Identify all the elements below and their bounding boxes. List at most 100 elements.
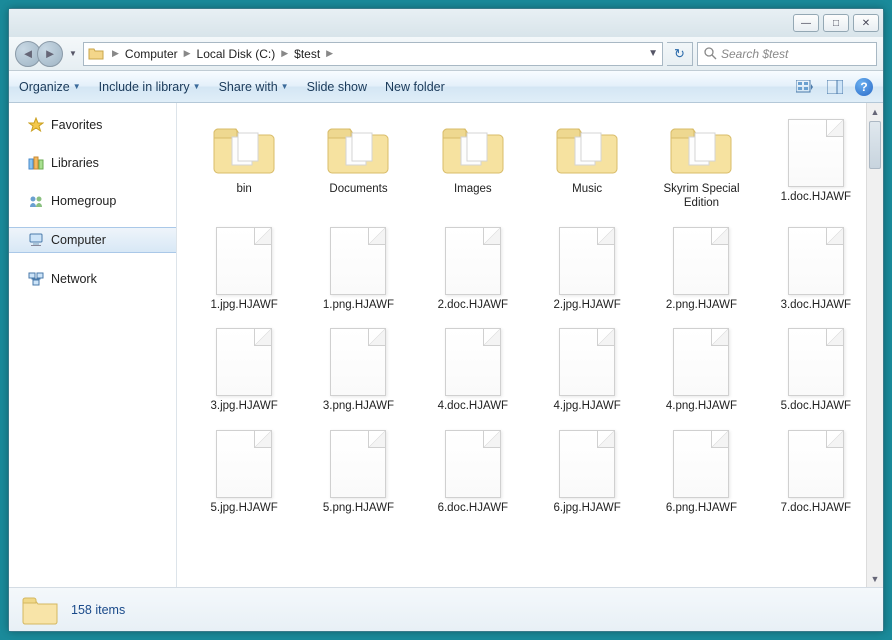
item-label: Skyrim Special Edition — [651, 183, 751, 211]
file-item[interactable]: 3.doc.HJAWF — [761, 223, 871, 317]
sidebar-item-label: Computer — [51, 233, 106, 247]
maximize-button[interactable]: □ — [823, 14, 849, 32]
item-label: 1.png.HJAWF — [323, 299, 394, 313]
file-icon — [788, 227, 844, 295]
refresh-button[interactable]: ↻ — [667, 42, 693, 66]
preview-pane-button[interactable] — [825, 77, 845, 97]
file-icon — [788, 119, 844, 187]
dropdown-icon[interactable]: ▼ — [648, 48, 658, 59]
file-icon — [559, 430, 615, 498]
explorer-window: — □ ✕ ◄ ► ▼ ▶ Computer ▶ Local Disk (C:)… — [8, 8, 884, 632]
item-label: 5.png.HJAWF — [323, 502, 394, 516]
sidebar-item-label: Network — [51, 272, 97, 286]
sidebar-item-label: Favorites — [51, 118, 102, 132]
include-library-menu[interactable]: Include in library▼ — [99, 80, 201, 94]
file-item[interactable]: 2.png.HJAWF — [646, 223, 756, 317]
titlebar: — □ ✕ — [9, 9, 883, 37]
file-item[interactable]: 3.png.HJAWF — [303, 324, 413, 418]
sidebar-computer[interactable]: Computer — [9, 227, 176, 253]
file-item[interactable]: 7.doc.HJAWF — [761, 426, 871, 520]
address-bar[interactable]: ▶ Computer ▶ Local Disk (C:) ▶ $test ▶ ▼ — [83, 42, 663, 66]
file-icon — [216, 227, 272, 295]
organize-menu[interactable]: Organize▼ — [19, 80, 81, 94]
star-icon — [27, 116, 45, 134]
item-label: Images — [454, 183, 492, 197]
folder-item[interactable]: Skyrim Special Edition — [646, 115, 756, 215]
search-input[interactable]: Search $test — [697, 42, 877, 66]
folder-icon — [208, 119, 280, 179]
file-icon — [330, 328, 386, 396]
file-item[interactable]: 2.doc.HJAWF — [418, 223, 528, 317]
item-label: 1.doc.HJAWF — [781, 191, 852, 205]
folder-icon — [88, 46, 104, 62]
file-icon — [788, 430, 844, 498]
chevron-right-icon: ▶ — [277, 48, 292, 59]
folder-item[interactable]: Images — [418, 115, 528, 215]
status-bar: 158 items — [9, 587, 883, 631]
file-item[interactable]: 4.doc.HJAWF — [418, 324, 528, 418]
sidebar-item-label: Homegroup — [51, 194, 116, 208]
help-button[interactable]: ? — [855, 78, 873, 96]
sidebar-network[interactable]: Network — [9, 267, 176, 291]
chevron-right-icon: ▶ — [322, 48, 337, 59]
file-item[interactable]: 5.png.HJAWF — [303, 426, 413, 520]
item-label: 6.png.HJAWF — [666, 502, 737, 516]
file-icon — [788, 328, 844, 396]
breadcrumb-segment[interactable]: $test — [292, 47, 322, 61]
folder-item[interactable]: Documents — [303, 115, 413, 215]
file-item[interactable]: 4.jpg.HJAWF — [532, 324, 642, 418]
item-label: 6.jpg.HJAWF — [554, 502, 621, 516]
item-label: 5.jpg.HJAWF — [211, 502, 278, 516]
file-icon — [445, 328, 501, 396]
item-label: 3.jpg.HJAWF — [211, 400, 278, 414]
item-label: bin — [236, 183, 251, 197]
forward-button[interactable]: ► — [37, 41, 63, 67]
file-item[interactable]: 6.doc.HJAWF — [418, 426, 528, 520]
item-label: 4.png.HJAWF — [666, 400, 737, 414]
file-icon — [445, 430, 501, 498]
file-item[interactable]: 2.jpg.HJAWF — [532, 223, 642, 317]
scrollbar[interactable]: ▲ ▼ — [866, 103, 883, 587]
view-options-button[interactable] — [795, 77, 815, 97]
close-button[interactable]: ✕ — [853, 14, 879, 32]
file-item[interactable]: 4.png.HJAWF — [646, 324, 756, 418]
item-label: 3.doc.HJAWF — [781, 299, 852, 313]
file-item[interactable]: 1.png.HJAWF — [303, 223, 413, 317]
item-label: 4.jpg.HJAWF — [554, 400, 621, 414]
file-item[interactable]: 1.doc.HJAWF — [761, 115, 871, 215]
scroll-thumb[interactable] — [869, 121, 881, 169]
libraries-icon — [27, 154, 45, 172]
file-icon — [445, 227, 501, 295]
sidebar-item-label: Libraries — [51, 156, 99, 170]
sidebar-favorites[interactable]: Favorites — [9, 113, 176, 137]
file-item[interactable]: 5.doc.HJAWF — [761, 324, 871, 418]
file-icon — [559, 328, 615, 396]
file-icon — [673, 430, 729, 498]
share-with-menu[interactable]: Share with▼ — [219, 80, 289, 94]
minimize-button[interactable]: — — [793, 14, 819, 32]
folder-item[interactable]: Music — [532, 115, 642, 215]
file-item[interactable]: 5.jpg.HJAWF — [189, 426, 299, 520]
scroll-down-button[interactable]: ▼ — [867, 570, 883, 587]
file-icon — [673, 328, 729, 396]
item-label: Music — [572, 183, 602, 197]
item-label: 2.jpg.HJAWF — [554, 299, 621, 313]
slideshow-button[interactable]: Slide show — [307, 80, 367, 94]
file-item[interactable]: 6.jpg.HJAWF — [532, 426, 642, 520]
item-label: 2.doc.HJAWF — [438, 299, 509, 313]
folder-icon — [21, 594, 59, 626]
item-label: 4.doc.HJAWF — [438, 400, 509, 414]
item-label: 6.doc.HJAWF — [438, 502, 509, 516]
file-item[interactable]: 1.jpg.HJAWF — [189, 223, 299, 317]
breadcrumb-segment[interactable]: Computer — [123, 47, 180, 61]
breadcrumb-segment[interactable]: Local Disk (C:) — [195, 47, 278, 61]
new-folder-button[interactable]: New folder — [385, 80, 445, 94]
file-item[interactable]: 3.jpg.HJAWF — [189, 324, 299, 418]
history-dropdown[interactable]: ▼ — [67, 49, 79, 58]
sidebar-homegroup[interactable]: Homegroup — [9, 189, 176, 213]
file-list: bin Documents Images Music Skyrim Special Ed… — [177, 103, 883, 587]
scroll-up-button[interactable]: ▲ — [867, 103, 883, 120]
file-item[interactable]: 6.png.HJAWF — [646, 426, 756, 520]
sidebar-libraries[interactable]: Libraries — [9, 151, 176, 175]
folder-item[interactable]: bin — [189, 115, 299, 215]
